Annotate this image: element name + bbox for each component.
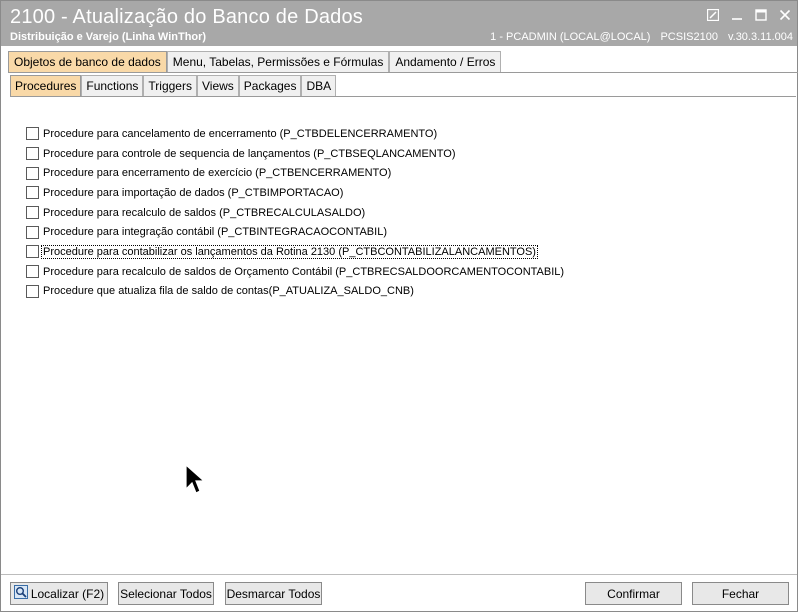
procedure-item[interactable]: Procedure para controle de sequencia de … [26, 144, 565, 164]
procedures-panel: Procedure para cancelamento de encerrame… [10, 96, 796, 572]
localizar-label: Localizar (F2) [30, 586, 105, 601]
procedure-label: Procedure para controle de sequencia de … [43, 147, 456, 160]
checkbox[interactable] [26, 127, 39, 141]
checkbox[interactable] [26, 206, 39, 220]
tab-functions[interactable]: Functions [81, 75, 144, 96]
maximize-icon[interactable] [753, 7, 769, 23]
desmarcar-todos-button[interactable]: Desmarcar Todos [225, 582, 322, 605]
main-window: 2100 - Atualização do Banco de Dados Dis… [0, 0, 798, 612]
procedure-item[interactable]: Procedure para contabilizar os lançament… [26, 242, 565, 262]
window-subtitle: Distribuição e Varejo (Linha WinThor) [10, 31, 207, 43]
fechar-button[interactable]: Fechar [692, 582, 789, 605]
checkbox[interactable] [26, 225, 39, 239]
procedure-item[interactable]: Procedure para cancelamento de encerrame… [26, 124, 565, 144]
window-title: 2100 - Atualização do Banco de Dados [10, 6, 364, 28]
tab-triggers[interactable]: Triggers [143, 75, 197, 96]
tab-procedures[interactable]: Procedures [10, 75, 82, 96]
procedure-item[interactable]: Procedure para recalculo de saldos de Or… [26, 262, 565, 282]
procedure-item[interactable]: Procedure para integração contábil (P_CT… [26, 222, 565, 242]
procedure-item[interactable]: Procedure para recalculo de saldos (P_CT… [26, 203, 565, 223]
procedure-label: Procedure para contabilizar os lançament… [41, 244, 538, 259]
tab-objetos-banco-dados[interactable]: Objetos de banco de dados [8, 51, 167, 72]
procedure-item[interactable]: Procedure para encerramento de exercício… [26, 163, 565, 183]
selecionar-todos-button[interactable]: Selecionar Todos [118, 582, 214, 605]
localizar-button[interactable]: Localizar (F2) [10, 582, 108, 605]
tab-packages[interactable]: Packages [238, 75, 302, 96]
tab-andamento-erros[interactable]: Andamento / Erros [389, 51, 502, 72]
program-label: PCSIS2100 [660, 31, 718, 43]
mouse-pointer-icon [185, 463, 206, 501]
procedure-label: Procedure para integração contábil (P_CT… [43, 226, 387, 239]
procedure-list: Procedure para cancelamento de encerrame… [26, 124, 565, 301]
user-label: 1 - PCADMIN (LOCAL@LOCAL) [490, 31, 651, 43]
procedure-label: Procedure para recalculo de saldos de Or… [43, 265, 565, 278]
tab-divider [8, 72, 798, 73]
title-bar: 2100 - Atualização do Banco de Dados Dis… [1, 1, 797, 46]
procedure-label: Procedure que atualiza fila de saldo de … [43, 285, 414, 298]
window-controls [705, 7, 793, 23]
checkbox[interactable] [26, 265, 39, 279]
user-info: 1 - PCADMIN (LOCAL@LOCAL) PCSIS2100 v.30… [490, 31, 793, 43]
procedure-label: Procedure para cancelamento de encerrame… [43, 127, 438, 140]
restore-icon[interactable] [705, 7, 721, 23]
checkbox[interactable] [26, 245, 39, 259]
checkbox[interactable] [26, 186, 39, 200]
version-label: v.30.3.11.004 [727, 31, 793, 43]
main-tab-bar: Objetos de banco de dados Menu, Tabelas,… [8, 51, 502, 73]
tab-dba[interactable]: DBA [301, 75, 337, 96]
confirmar-button[interactable]: Confirmar [585, 582, 682, 605]
procedure-label: Procedure para recalculo de saldos (P_CT… [43, 206, 366, 219]
sub-tab-bar: Procedures Functions Triggers Views Pack… [10, 75, 337, 97]
search-icon [13, 585, 28, 602]
procedure-item[interactable]: Procedure para importação de dados (P_CT… [26, 183, 565, 203]
checkbox[interactable] [26, 166, 39, 180]
minimize-icon[interactable] [729, 7, 745, 23]
procedure-item[interactable]: Procedure que atualiza fila de saldo de … [26, 282, 565, 302]
footer-bar: Localizar (F2) Selecionar Todos Desmarca… [1, 574, 797, 611]
tab-views[interactable]: Views [196, 75, 239, 96]
checkbox[interactable] [26, 147, 39, 161]
tab-menu-tabelas-permissoes[interactable]: Menu, Tabelas, Permissões e Fórmulas [166, 51, 390, 72]
procedure-label: Procedure para importação de dados (P_CT… [43, 186, 344, 199]
checkbox[interactable] [26, 284, 39, 298]
close-icon[interactable] [777, 7, 793, 23]
procedure-label: Procedure para encerramento de exercício… [43, 167, 392, 180]
